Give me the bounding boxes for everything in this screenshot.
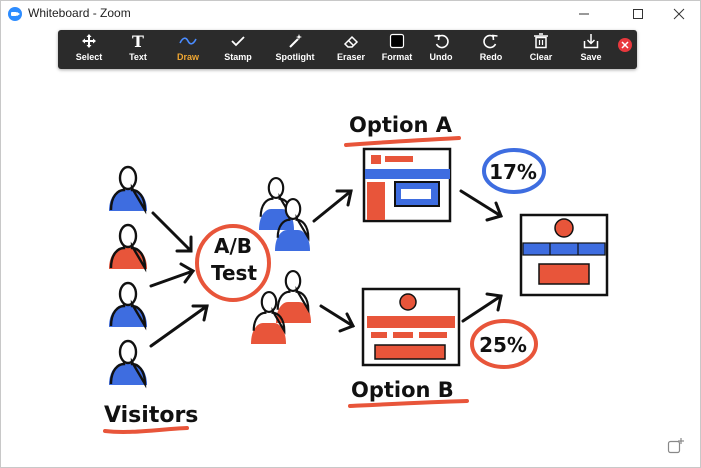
pct-a-value: 17% xyxy=(489,160,537,184)
tool-spotlight[interactable]: Spotlight xyxy=(265,30,325,69)
move-arrows-icon xyxy=(82,34,96,48)
color-swatch-icon xyxy=(389,33,405,49)
window-title: Whiteboard - Zoom xyxy=(28,6,131,20)
close-x-icon xyxy=(621,41,629,49)
text-t-icon: T xyxy=(132,33,144,49)
minimize-icon xyxy=(579,13,589,15)
option-a-label: Option A xyxy=(349,113,453,137)
option-a-mockup xyxy=(362,147,452,223)
tool-eraser-label: Eraser xyxy=(336,52,366,62)
group-a-people xyxy=(259,177,310,251)
ab-test-line1: A/B xyxy=(214,234,252,258)
close-window-button[interactable] xyxy=(656,1,700,27)
option-b-mockup xyxy=(361,287,461,367)
checkmark-icon xyxy=(231,36,245,47)
visitor-person-1 xyxy=(109,165,147,212)
share-expand-icon[interactable] xyxy=(667,437,685,455)
tool-spotlight-label: Spotlight xyxy=(275,52,315,62)
zoom-window: Whiteboard - Zoom Select T Text Draw Sta… xyxy=(0,0,701,468)
group-b-people xyxy=(251,270,311,344)
tool-save-label: Save xyxy=(580,52,602,62)
tool-clear-label: Clear xyxy=(529,52,553,62)
whiteboard-toolbar: Select T Text Draw Stamp Spotlight Erase… xyxy=(58,30,637,69)
winner-mockup xyxy=(519,213,609,297)
tool-draw-label: Draw xyxy=(176,52,199,62)
zoom-app-icon xyxy=(8,7,22,21)
tool-save[interactable]: Save xyxy=(561,30,621,69)
tool-redo-label: Redo xyxy=(479,52,503,62)
eraser-icon xyxy=(343,35,359,48)
visitors-underline xyxy=(103,426,189,434)
option-a-underline xyxy=(344,136,461,147)
pct-b-value: 25% xyxy=(479,333,527,357)
option-b-label: Option B xyxy=(351,378,454,402)
visitor-person-2 xyxy=(109,223,147,270)
maximize-button[interactable] xyxy=(615,1,661,27)
whiteboard-canvas[interactable]: Visitors A/B Test Option A Option B 17% … xyxy=(1,71,700,467)
close-icon xyxy=(673,8,685,20)
magic-wand-icon xyxy=(289,34,302,48)
tool-text-label: Text xyxy=(129,52,147,62)
tool-undo-label: Undo xyxy=(429,52,453,62)
visitors-label: Visitors xyxy=(104,403,198,428)
tool-format-label: Format xyxy=(381,52,413,62)
visitor-person-4 xyxy=(109,339,147,386)
redo-icon xyxy=(483,34,498,49)
svg-text:T: T xyxy=(132,33,144,49)
tool-select-label: Select xyxy=(75,52,103,62)
minimize-button[interactable] xyxy=(561,1,607,27)
maximize-icon xyxy=(633,9,643,19)
close-toolbar-button[interactable] xyxy=(618,38,632,52)
ab-test-line2: Test xyxy=(211,261,257,285)
tool-stamp-label: Stamp xyxy=(224,52,252,62)
title-bar: Whiteboard - Zoom xyxy=(1,1,700,27)
tool-stamp[interactable]: Stamp xyxy=(208,30,268,69)
squiggle-line-icon xyxy=(179,37,197,45)
download-save-icon xyxy=(583,34,599,49)
undo-icon xyxy=(434,34,449,49)
visitor-person-3 xyxy=(109,281,147,328)
trash-icon xyxy=(534,33,548,49)
